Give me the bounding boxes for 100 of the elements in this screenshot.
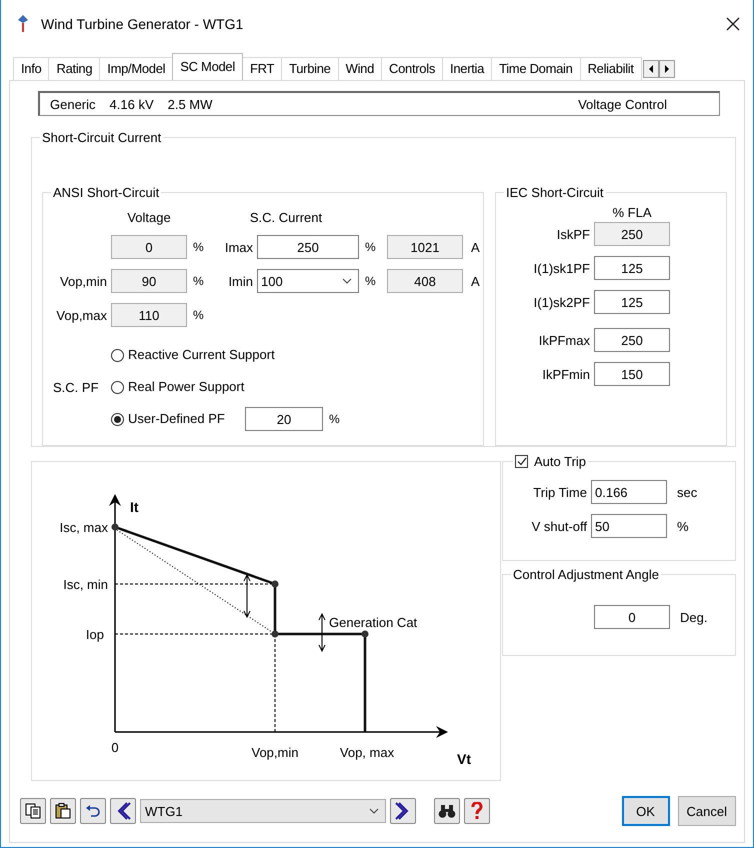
clipboard-icon: [55, 803, 71, 819]
tick-label: Isc, max: [60, 520, 108, 535]
radio-option[interactable]: Reactive Current Support: [111, 347, 275, 363]
group-title: Short-Circuit Current: [40, 130, 164, 145]
chevron-left-icon: [115, 802, 131, 820]
field-label: I(1)sk2PF: [532, 294, 591, 310]
tab[interactable]: Reliabilit: [580, 57, 642, 80]
dropdown[interactable]: WTG1: [140, 799, 386, 823]
input-field: 0: [111, 235, 187, 259]
input-field[interactable]: 250: [594, 328, 670, 352]
unit-label: Deg.: [679, 610, 708, 624]
tick-label: Iop: [86, 627, 104, 642]
column-header: % FLA: [611, 205, 652, 220]
undo-button[interactable]: [80, 798, 106, 824]
binoculars-icon: [438, 803, 456, 819]
input-field: 408: [387, 269, 463, 293]
undo-icon: [85, 803, 101, 819]
tick-label: Vop,min: [252, 745, 298, 760]
input-field[interactable]: 250: [257, 235, 359, 259]
double-arrow: [318, 612, 326, 652]
input-field: 250: [594, 222, 670, 246]
chevron-right-icon: [395, 802, 411, 820]
field-label: IskPF: [556, 226, 591, 242]
unit-label: %: [364, 240, 377, 254]
input-field[interactable]: 50: [591, 514, 667, 538]
field-label: V shut-off: [530, 518, 588, 534]
input-field[interactable]: 0: [594, 605, 670, 629]
copy-button[interactable]: [20, 798, 46, 824]
tick-label: Vop, max: [340, 745, 394, 760]
scroll-left-button[interactable]: [642, 60, 659, 78]
checkbox[interactable]: Auto Trip: [513, 454, 588, 469]
input-field[interactable]: 125: [594, 290, 670, 314]
chevron-down-icon: [369, 808, 379, 814]
unit-label: %: [192, 240, 205, 254]
field-label: Imax: [224, 240, 254, 254]
scroll-right-button[interactable]: [658, 60, 675, 78]
unit-label: A: [470, 240, 481, 254]
unit-label: %: [328, 412, 340, 426]
info-text: Voltage Control: [578, 96, 667, 112]
close-icon: [726, 17, 740, 31]
input-field[interactable]: 125: [594, 256, 670, 280]
find-button[interactable]: [434, 798, 460, 824]
unit-label: %: [676, 518, 689, 534]
axis-label: It: [130, 499, 139, 515]
group-title: IEC Short-Circuit: [504, 185, 606, 200]
cancel-button[interactable]: Cancel: [678, 796, 736, 826]
field-label: S.C. PF: [53, 380, 100, 394]
tab[interactable]: SC Model: [172, 53, 243, 80]
unit-label: %: [192, 274, 205, 288]
radio-option[interactable]: Real Power Support: [111, 379, 245, 395]
info-text: 4.16 kV: [110, 96, 154, 112]
axis-label: Vt: [457, 751, 471, 767]
input-field[interactable]: 150: [594, 362, 670, 386]
help-button[interactable]: [464, 798, 490, 824]
dropdown[interactable]: 100: [257, 269, 359, 293]
field-label: I(1)sk1PF: [532, 260, 591, 276]
radio-button[interactable]: [111, 348, 124, 362]
radio-button[interactable]: [111, 412, 124, 426]
field-label: Vop,min: [59, 274, 108, 288]
tab[interactable]: Info: [13, 57, 50, 80]
unit-label: sec: [676, 484, 698, 500]
field-label: IkPFmin: [541, 366, 591, 382]
input-field[interactable]: 0.166: [591, 480, 667, 504]
right-arrow-icon: [664, 65, 670, 73]
window-title: Wind Turbine Generator - WTG1: [41, 16, 244, 32]
turbine-icon: [17, 15, 29, 33]
field-label: Imin: [227, 274, 254, 288]
input-field: 90: [111, 269, 187, 293]
group-title: ANSI Short-Circuit: [51, 185, 162, 200]
unit-label: %: [364, 274, 377, 288]
ok-button[interactable]: OK: [622, 796, 670, 826]
tick-label: 0: [111, 740, 119, 755]
double-arrow: [244, 574, 250, 618]
column-header: Voltage: [126, 210, 172, 225]
question-mark-icon: [471, 802, 483, 820]
info-text: Generic: [50, 96, 96, 112]
checkmark-icon: [516, 457, 526, 466]
dropdown-value: 100: [261, 274, 283, 288]
next-button[interactable]: [390, 798, 416, 824]
column-header: S.C. Current: [248, 210, 324, 225]
dropdown-value: WTG1: [145, 804, 183, 818]
field-label: IkPFmax: [538, 332, 591, 348]
unit-label: %: [192, 308, 205, 322]
copy-icon: [25, 803, 41, 819]
input-field: 110: [111, 303, 187, 327]
chevron-down-icon: [342, 278, 352, 284]
tick-label: Isc, min: [63, 577, 108, 592]
field-label: Trip Time: [532, 484, 588, 500]
group-title: Control Adjustment Angle: [511, 567, 661, 582]
radio-button[interactable]: [111, 380, 124, 394]
previous-button[interactable]: [110, 798, 136, 824]
field-label: Vop,max: [55, 308, 108, 322]
radio-option[interactable]: User-Defined PF: [111, 411, 245, 427]
left-arrow-icon: [648, 65, 654, 73]
info-text: 2.5 MW: [168, 96, 212, 112]
unit-label: A: [470, 274, 481, 288]
input-field[interactable]: 20: [245, 407, 323, 431]
input-field: 1021: [387, 235, 463, 259]
paste-button[interactable]: [50, 798, 76, 824]
annotation-label: Generation Cat: [329, 615, 418, 630]
